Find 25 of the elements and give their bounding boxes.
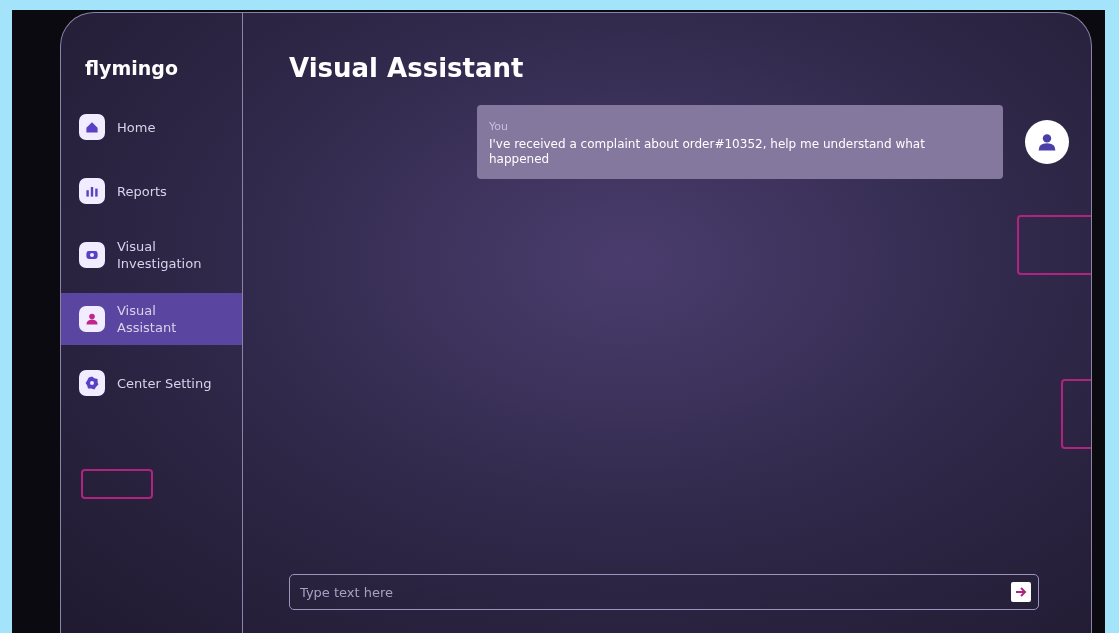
arrow-icon <box>1015 587 1027 597</box>
home-icon <box>79 114 105 140</box>
decor-frame <box>1061 379 1091 449</box>
sidebar-label: Visual Investigation <box>117 238 203 272</box>
logo: flymingo <box>85 57 179 79</box>
gear-icon <box>79 370 105 396</box>
sender-label: You <box>489 120 508 133</box>
sidebar-label: Reports <box>117 182 168 200</box>
sidebar-label: Center Setting <box>117 374 213 392</box>
sidebar-label: Visual Assistant <box>117 302 178 336</box>
bar-chart-icon <box>79 178 105 204</box>
send-button[interactable] <box>1011 582 1031 602</box>
avatar-icon <box>1025 120 1069 164</box>
person-icon <box>79 306 105 332</box>
sidebar-item[interactable]: Visual Assistant <box>61 293 242 345</box>
decor-frame <box>81 469 153 499</box>
page-title: Visual Assistant <box>289 53 525 83</box>
sidebar-item[interactable]: Home <box>61 101 242 153</box>
eye-icon <box>79 242 105 268</box>
sidebar-label: Home <box>117 118 157 136</box>
message-text: I've received a complaint about order#10352, help me understand what happened <box>489 137 926 167</box>
sidebar-item[interactable]: Reports <box>61 165 242 217</box>
sidebar-item[interactable]: Visual Investigation <box>61 229 242 281</box>
sidebar-item[interactable]: Center Setting <box>61 357 242 409</box>
message-input[interactable]: Type text here <box>289 574 1039 610</box>
